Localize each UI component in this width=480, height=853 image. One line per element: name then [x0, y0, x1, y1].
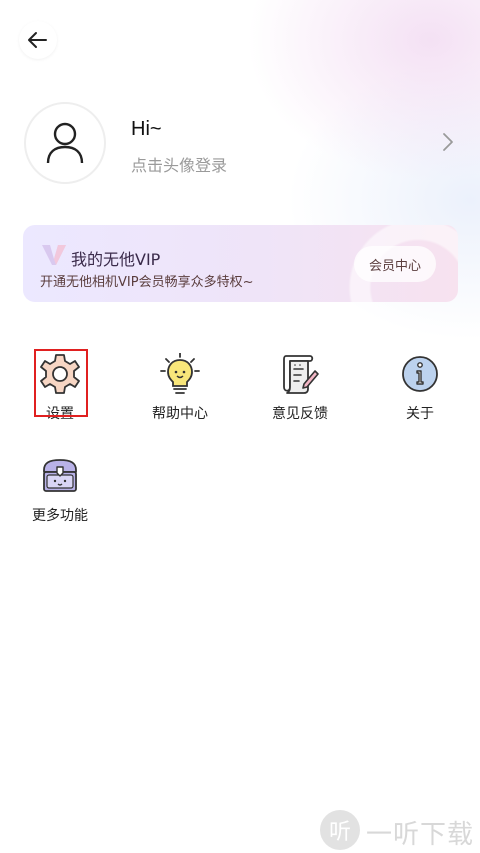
- avatar[interactable]: [24, 102, 106, 184]
- treasure-chest-icon: [43, 459, 77, 492]
- menu-item-label: 更多功能: [32, 508, 88, 524]
- member-center-button[interactable]: 会员中心: [354, 246, 436, 282]
- menu-item-label: 关于: [406, 406, 434, 422]
- profile-section[interactable]: Hi~ 点击头像登录: [24, 102, 460, 186]
- watermark-logo-icon: 听: [320, 810, 360, 850]
- login-hint[interactable]: 点击头像登录: [131, 152, 227, 176]
- vip-logo-icon: [42, 245, 66, 265]
- annotation-highlight-box: [34, 349, 88, 417]
- vip-subtitle: 开通无他相机VIP会员畅享众多特权~: [40, 275, 254, 290]
- menu-item-label: 意见反馈: [272, 406, 328, 422]
- vip-title: 我的无他VIP: [71, 250, 161, 269]
- user-icon: [46, 122, 84, 164]
- menu-item-more-features[interactable]: 更多功能: [10, 454, 110, 525]
- menu-item-help-center[interactable]: 帮助中心: [130, 352, 230, 423]
- feedback-scroll-icon: [283, 355, 319, 394]
- chevron-right-icon[interactable]: [442, 132, 454, 152]
- vip-card[interactable]: 我的无他VIP 开通无他相机VIP会员畅享众多特权~ 会员中心: [23, 225, 458, 302]
- menu-item-about[interactable]: 关于: [370, 352, 470, 423]
- back-button[interactable]: [19, 21, 57, 59]
- watermark-text: 一听下载: [366, 820, 475, 850]
- info-icon: [402, 356, 438, 392]
- watermark: 听 一听下载: [320, 808, 480, 853]
- menu-item-label: 帮助中心: [152, 406, 208, 422]
- back-arrow-icon: [28, 32, 47, 48]
- menu-item-feedback[interactable]: 意见反馈: [250, 352, 350, 423]
- lightbulb-icon: [160, 353, 200, 394]
- greeting-text: Hi~: [131, 118, 162, 140]
